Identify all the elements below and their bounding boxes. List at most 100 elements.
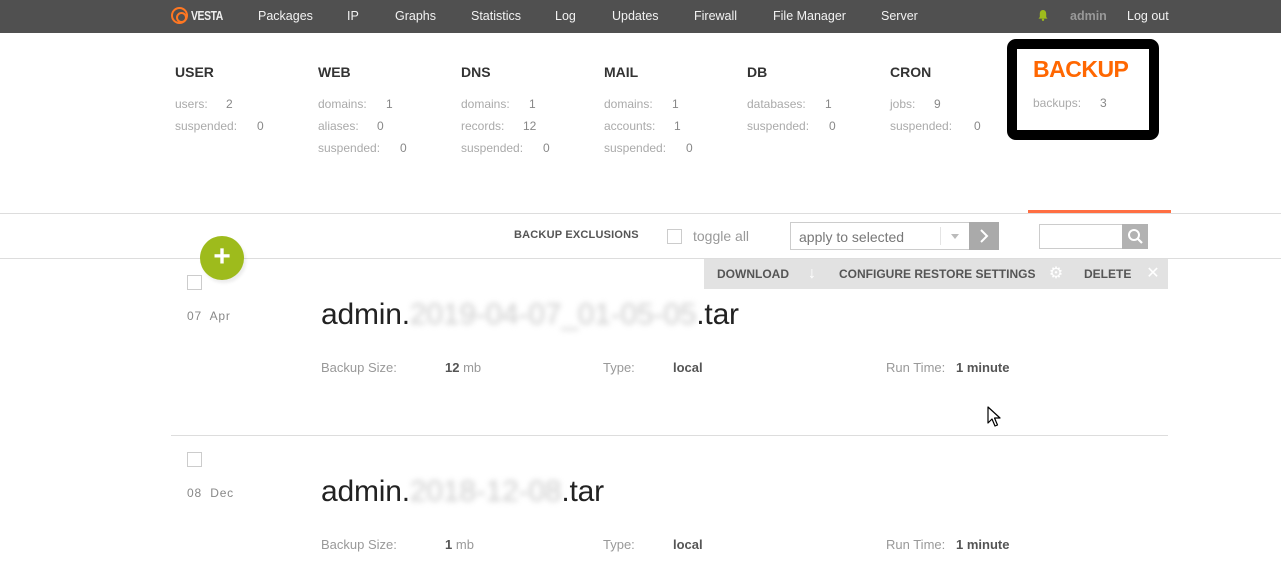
top-nav-bar: VESTA Packages IP Graphs Statistics Log …	[0, 0, 1281, 33]
backup-runtime-label: Run Time:	[886, 537, 946, 552]
stat-value: 0	[543, 141, 550, 155]
stat-value: 9	[934, 97, 941, 111]
backup-filename[interactable]: admin.2018-12-08.tar	[321, 475, 604, 509]
filename-blurred: 2018-12-08	[409, 475, 562, 508]
nav-graphs[interactable]: Graphs	[395, 9, 436, 23]
stat-label: users:	[175, 97, 208, 111]
row-checkbox[interactable]	[187, 452, 202, 467]
stat-label: jobs:	[890, 97, 916, 111]
search-input[interactable]	[1039, 224, 1123, 249]
nav-firewall[interactable]: Firewall	[694, 9, 737, 23]
chevron-right-icon	[980, 229, 989, 243]
stat-label: records:	[461, 119, 505, 133]
stat-mail[interactable]: MAIL domains: 1 accounts: 1 suspended: 0	[604, 64, 693, 159]
chevron-down-icon	[951, 234, 959, 239]
stat-value: 1	[825, 97, 832, 111]
stat-value: 2	[226, 97, 233, 111]
stat-value: 12	[523, 119, 537, 133]
backup-type-value: local	[673, 360, 703, 375]
nav-statistics[interactable]: Statistics	[471, 9, 521, 23]
nav-user-admin[interactable]: admin	[1070, 9, 1107, 23]
backup-size-value: 1	[445, 537, 453, 552]
notification-bell-icon[interactable]	[1038, 10, 1048, 21]
stat-label: suspended:	[461, 141, 524, 155]
stat-label: databases:	[747, 97, 806, 111]
filename-suffix: .tar	[696, 298, 739, 331]
backup-runtime-value: 1 minute	[956, 537, 1010, 552]
vesta-logo-icon	[171, 7, 188, 24]
stat-value: 3	[1100, 96, 1107, 110]
nav-updates[interactable]: Updates	[612, 9, 659, 23]
backup-day: 07	[187, 309, 202, 323]
logo-text: VESTA	[191, 8, 223, 23]
stat-title-db: DB	[747, 64, 768, 80]
mouse-cursor-icon	[987, 406, 1001, 427]
stat-label: aliases:	[318, 119, 359, 133]
configure-restore-button[interactable]: CONFIGURE RESTORE SETTINGS	[839, 259, 1035, 289]
stat-value: 0	[377, 119, 384, 133]
stat-label: suspended:	[175, 119, 238, 133]
stat-dns[interactable]: DNS domains: 1 records: 12 suspended: 0	[461, 64, 550, 159]
backup-type: local	[673, 360, 703, 375]
backup-runtime: 1 minute	[956, 537, 1009, 552]
stat-cron[interactable]: CRON jobs: 9 suspended: 0	[890, 64, 981, 137]
logout-link[interactable]: Log out	[1127, 9, 1169, 23]
close-icon[interactable]: ✕	[1142, 259, 1164, 289]
stat-label: suspended:	[747, 119, 810, 133]
vesta-logo[interactable]: VESTA	[171, 7, 231, 24]
stat-label: domains:	[604, 97, 653, 111]
filename-prefix: admin.	[321, 298, 410, 331]
stat-label: domains:	[318, 97, 367, 111]
row-checkbox[interactable]	[187, 275, 202, 290]
nav-server[interactable]: Server	[881, 9, 918, 23]
nav-ip[interactable]: IP	[347, 9, 359, 23]
download-button[interactable]: DOWNLOAD	[717, 259, 789, 289]
backup-filename[interactable]: admin.2019-04-07_01-05-05.tar	[321, 298, 739, 332]
backup-type-label: Type:	[603, 537, 635, 552]
search-icon	[1128, 229, 1143, 244]
search-button[interactable]	[1122, 224, 1148, 249]
stat-label: suspended:	[890, 119, 953, 133]
stat-title-backup[interactable]: BACKUP	[1033, 56, 1129, 83]
add-backup-button[interactable]: +	[200, 236, 244, 280]
stat-web[interactable]: WEB domains: 1 aliases: 0 suspended: 0	[318, 64, 407, 159]
stat-user[interactable]: USER users: 2 suspended: 0	[175, 64, 264, 137]
gear-icon[interactable]: ⚙	[1045, 259, 1067, 289]
backup-exclusions-link[interactable]: BACKUP EXCLUSIONS	[514, 229, 639, 241]
backup-type: local	[673, 537, 703, 552]
stat-value: 0	[400, 141, 407, 155]
stat-db[interactable]: DB databases: 1 suspended: 0	[747, 64, 836, 137]
stat-title-web: WEB	[318, 64, 351, 80]
stat-value: 1	[386, 97, 393, 111]
nav-log[interactable]: Log	[555, 9, 576, 23]
backup-tab-highlight	[1007, 39, 1159, 140]
stat-title-dns: DNS	[461, 64, 491, 80]
backup-date: 08 Dec	[187, 486, 234, 500]
stat-label: backups:	[1033, 96, 1082, 110]
backup-size-unit: mb	[455, 537, 474, 552]
stat-label: domains:	[461, 97, 510, 111]
backup-size-unit: mb	[463, 360, 482, 375]
backup-runtime-label: Run Time:	[886, 360, 946, 375]
stat-value: 0	[974, 119, 981, 133]
backup-size-value: 12	[445, 360, 460, 375]
toggle-all-label[interactable]: toggle all	[693, 228, 749, 244]
backup-runtime: 1 minute	[956, 360, 1009, 375]
apply-button[interactable]	[969, 222, 999, 250]
download-arrow-icon[interactable]: ↓	[801, 259, 823, 289]
toggle-all-checkbox[interactable]	[667, 229, 682, 244]
bulk-action-select[interactable]: apply to selected	[790, 222, 970, 250]
stat-backups-row: backups: 3	[1033, 92, 1107, 114]
backup-type-label: Type:	[603, 360, 635, 375]
nav-packages[interactable]: Packages	[258, 9, 313, 23]
stat-title-user: USER	[175, 64, 214, 80]
stat-label: suspended:	[318, 141, 381, 155]
backup-size-label: Backup Size:	[321, 537, 397, 552]
backup-date: 07 Apr	[187, 309, 231, 323]
filename-suffix: .tar	[561, 475, 604, 508]
delete-button[interactable]: DELETE	[1084, 259, 1131, 289]
nav-file-manager[interactable]: File Manager	[773, 9, 846, 23]
stat-value: 1	[672, 97, 679, 111]
stat-value: 0	[686, 141, 693, 155]
select-separator	[940, 227, 941, 245]
